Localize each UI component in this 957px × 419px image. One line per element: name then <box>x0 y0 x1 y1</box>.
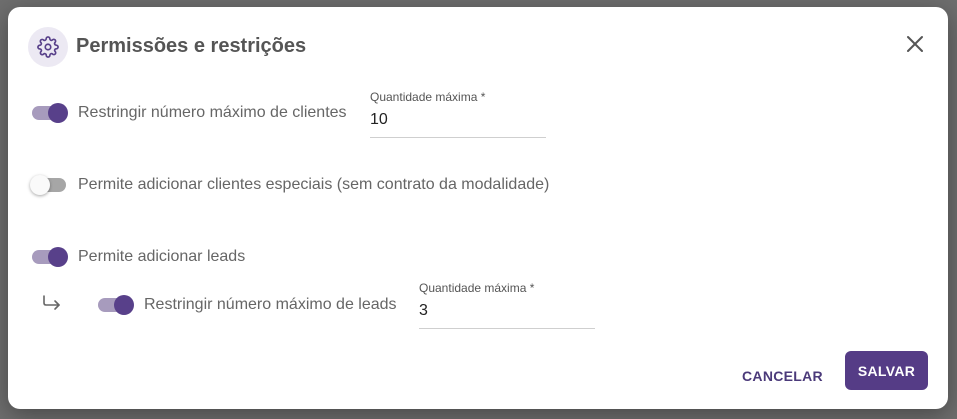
close-button[interactable] <box>904 33 926 55</box>
setting-label-leads: Permite adicionar leads <box>78 248 246 265</box>
setting-row-max-clients: Restringir número máximo de clientes <box>32 102 347 124</box>
toggle-special-clients[interactable] <box>30 174 68 196</box>
toggle-restrict-max-leads[interactable] <box>98 294 134 316</box>
save-button[interactable]: SALVAR <box>845 351 928 390</box>
setting-row-max-leads: Restringir número máximo de leads <box>98 294 397 316</box>
max-clients-input[interactable] <box>370 104 546 138</box>
toggle-restrict-max-clients[interactable] <box>32 102 68 124</box>
subdirectory-arrow-icon <box>43 295 60 310</box>
max-leads-input[interactable] <box>419 295 595 329</box>
dialog-title: Permissões e restrições <box>76 35 307 57</box>
setting-label-max-clients: Restringir número máximo de clientes <box>78 104 347 121</box>
close-icon <box>907 36 923 52</box>
toggle-allow-leads[interactable] <box>32 246 68 268</box>
max-clients-field: Quantidade máxima * <box>370 90 546 138</box>
permissions-dialog: Permissões e restrições Restringir númer… <box>8 7 948 409</box>
cancel-button[interactable]: CANCELAR <box>730 357 835 395</box>
gear-icon <box>28 27 68 67</box>
max-leads-field-label: Quantidade máxima * <box>419 281 535 295</box>
max-clients-field-label: Quantidade máxima * <box>370 90 486 104</box>
max-leads-field: Quantidade máxima * <box>419 281 595 329</box>
setting-row-leads: Permite adicionar leads <box>32 246 245 268</box>
setting-label-max-leads: Restringir número máximo de leads <box>144 296 397 313</box>
setting-row-special-clients: Permite adicionar clientes especiais (se… <box>30 174 550 196</box>
setting-label-special-clients: Permite adicionar clientes especiais (se… <box>78 176 550 193</box>
